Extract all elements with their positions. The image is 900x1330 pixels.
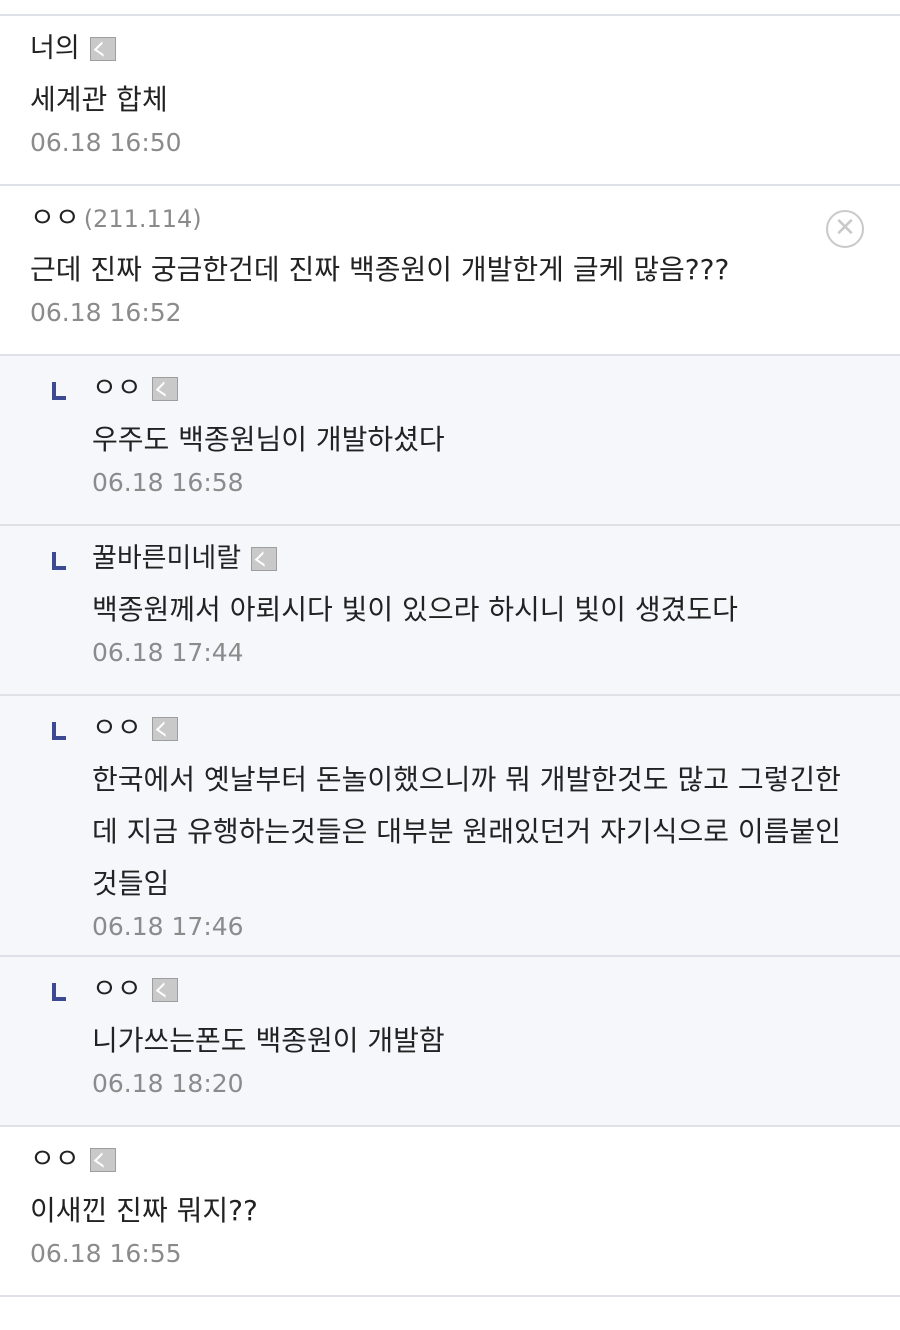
reply-item: ㅇㅇ 우주도 백종원님이 개발하셨다 06.18 16:58 xyxy=(0,356,900,526)
comment-author: ㅇㅇ xyxy=(30,1145,870,1175)
nickname[interactable]: 꿀바른미네랄 xyxy=(92,544,241,574)
nickname[interactable]: ㅇㅇ xyxy=(30,204,80,234)
ip-address: (211.114) xyxy=(83,205,202,233)
comment-author: ㅇㅇ xyxy=(92,714,870,744)
comment-author: ㅇㅇ xyxy=(92,374,870,404)
comment-date: 06.18 16:52 xyxy=(30,298,182,327)
nickname[interactable]: 너의 xyxy=(30,34,80,64)
comment-text: 우주도 백종원님이 개발하셨다 xyxy=(92,423,445,456)
reply-arrow-icon xyxy=(52,382,66,400)
nickname[interactable]: ㅇㅇ xyxy=(92,714,142,744)
comment-date: 06.18 17:44 xyxy=(92,638,244,667)
comment-text: 근데 진짜 궁금한건데 진짜 백종원이 개발한게 글케 많음??? xyxy=(30,253,730,286)
nickname[interactable]: ㅇㅇ xyxy=(92,975,142,1005)
comment-date: 06.18 16:55 xyxy=(30,1239,182,1268)
comment-text: 한국에서 옛날부터 돈놀이했으니까 뭐 개발한것도 많고 그렇긴한 데 지금 유… xyxy=(92,754,870,910)
comment-date: 06.18 16:58 xyxy=(92,468,244,497)
comment-list: 너의 세계관 합체 06.18 16:50 ㅇㅇ (211.114) ✕ 근데 … xyxy=(0,14,900,1297)
close-circle-icon[interactable]: ✕ xyxy=(826,210,864,248)
reply-item: ㅇㅇ 한국에서 옛날부터 돈놀이했으니까 뭐 개발한것도 많고 그렇긴한 데 지… xyxy=(0,696,900,957)
fixed-nick-icon xyxy=(89,37,116,61)
comment-date: 06.18 18:20 xyxy=(92,1069,244,1098)
comment-text: 세계관 합체 xyxy=(30,83,168,116)
comment-item: 너의 세계관 합체 06.18 16:50 xyxy=(0,16,900,186)
comment-item: ㅇㅇ (211.114) ✕ 근데 진짜 궁금한건데 진짜 백종원이 개발한게 … xyxy=(0,186,900,356)
fixed-nick-icon xyxy=(151,717,178,741)
reply-arrow-icon xyxy=(52,722,66,740)
comment-date: 06.18 17:46 xyxy=(92,912,244,941)
comment-author: 너의 xyxy=(30,34,870,64)
reply-arrow-icon xyxy=(52,983,66,1001)
comment-text: 이새낀 진짜 뭐지?? xyxy=(30,1194,258,1227)
fixed-nick-icon xyxy=(89,1148,116,1172)
fixed-nick-icon xyxy=(151,377,178,401)
comment-text-line: 데 지금 유행하는것들은 대부분 원래있던거 자기식으로 이름붙인 xyxy=(92,815,841,848)
comment-text: 백종원께서 아뢰시다 빛이 있으라 하시니 빛이 생겼도다 xyxy=(92,593,738,626)
fixed-nick-icon xyxy=(151,978,178,1002)
comment-text-line: 것들임 xyxy=(92,867,170,900)
comment-date: 06.18 16:50 xyxy=(30,128,182,157)
reply-item: ㅇㅇ 니가쓰는폰도 백종원이 개발함 06.18 18:20 xyxy=(0,957,900,1127)
nickname[interactable]: ㅇㅇ xyxy=(30,1145,80,1175)
fixed-nick-icon xyxy=(251,547,278,571)
comment-author: 꿀바른미네랄 xyxy=(92,544,870,574)
reply-item: 꿀바른미네랄 백종원께서 아뢰시다 빛이 있으라 하시니 빛이 생겼도다 06.… xyxy=(0,526,900,696)
comment-author: ㅇㅇ xyxy=(92,975,870,1005)
nickname[interactable]: ㅇㅇ xyxy=(92,374,142,404)
comment-item: ㅇㅇ 이새낀 진짜 뭐지?? 06.18 16:55 xyxy=(0,1127,900,1297)
reply-arrow-icon xyxy=(52,552,66,570)
comment-author: ㅇㅇ (211.114) xyxy=(30,204,870,234)
comment-text: 니가쓰는폰도 백종원이 개발함 xyxy=(92,1024,445,1057)
comment-text-line: 한국에서 옛날부터 돈놀이했으니까 뭐 개발한것도 많고 그렇긴한 xyxy=(92,763,841,796)
